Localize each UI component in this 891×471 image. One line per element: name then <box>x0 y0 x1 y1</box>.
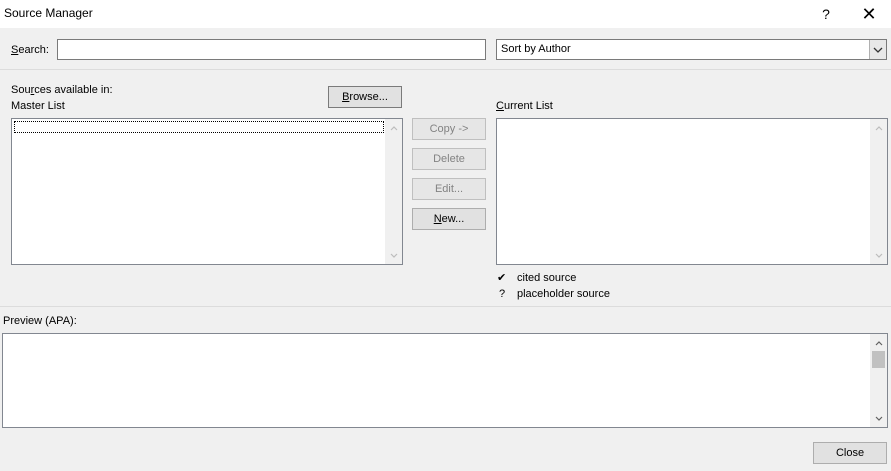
middle-separator <box>0 306 891 307</box>
current-list-scrollbar[interactable] <box>870 119 887 264</box>
search-input[interactable] <box>57 39 486 60</box>
scroll-up-icon[interactable] <box>385 121 402 135</box>
preview-label: Preview (APA): <box>3 315 77 327</box>
sort-select-value: Sort by Author <box>501 43 571 55</box>
close-icon: ✕ <box>861 4 877 24</box>
sources-available-label: Sources available in: <box>11 84 113 96</box>
preview-box <box>2 333 888 428</box>
master-list-label: Master List <box>11 100 65 112</box>
window-title: Source Manager <box>4 6 93 20</box>
browse-button[interactable]: Browse... <box>328 86 402 108</box>
close-button[interactable]: Close <box>813 442 887 464</box>
placeholder-source-label: placeholder source <box>517 288 610 300</box>
current-list[interactable] <box>496 118 888 265</box>
checkmark-icon: ✔ <box>497 272 507 284</box>
edit-button[interactable]: Edit... <box>412 178 486 200</box>
help-button[interactable]: ? <box>804 0 848 28</box>
scroll-down-icon[interactable] <box>385 248 402 262</box>
question-mark-icon: ? <box>499 288 506 300</box>
scroll-thumb[interactable] <box>872 351 885 368</box>
delete-button[interactable]: Delete <box>412 148 486 170</box>
scroll-down-icon[interactable] <box>870 248 887 262</box>
cited-source-label: cited source <box>517 272 577 284</box>
master-list-scrollbar[interactable] <box>385 119 402 264</box>
new-button[interactable]: New... <box>412 208 486 230</box>
chevron-down-icon[interactable] <box>869 40 886 59</box>
sort-select[interactable]: Sort by Author <box>496 39 887 60</box>
top-separator <box>0 69 891 70</box>
scroll-down-icon[interactable] <box>870 411 887 425</box>
focus-row[interactable] <box>14 121 384 133</box>
scroll-up-icon[interactable] <box>870 336 887 350</box>
title-bar <box>0 0 891 28</box>
close-window-button[interactable]: ✕ <box>847 0 891 28</box>
preview-scrollbar[interactable] <box>870 334 887 427</box>
search-label: Search: <box>11 44 49 56</box>
master-list[interactable] <box>11 118 403 265</box>
copy-button[interactable]: Copy -> <box>412 118 486 140</box>
scroll-up-icon[interactable] <box>870 121 887 135</box>
current-list-label: Current List <box>496 100 553 112</box>
